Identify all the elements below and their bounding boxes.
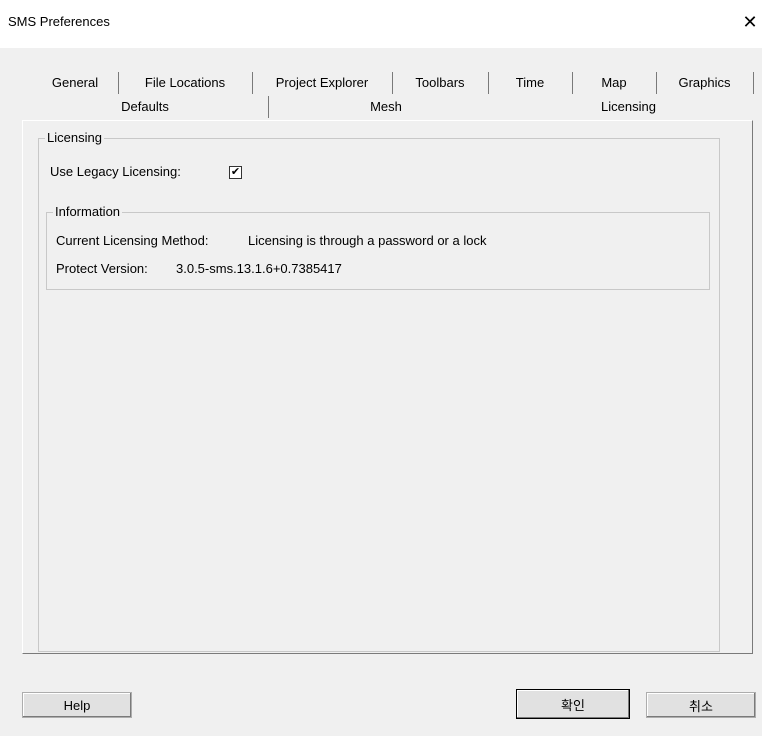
protect-version-value: 3.0.5-sms.13.1.6+0.7385417: [176, 261, 342, 276]
use-legacy-label: Use Legacy Licensing:: [50, 164, 181, 179]
licensing-legend: Licensing: [45, 130, 104, 146]
use-legacy-checkbox[interactable]: ✔: [229, 166, 242, 179]
tab-project-explorer[interactable]: Project Explorer: [252, 72, 393, 94]
tab-row-2: Defaults Mesh Licensing: [22, 96, 754, 120]
tab-defaults[interactable]: Defaults: [22, 96, 269, 118]
tab-general[interactable]: General: [32, 72, 119, 94]
tab-toolbars[interactable]: Toolbars: [392, 72, 489, 94]
window-title: SMS Preferences: [8, 14, 110, 29]
tab-graphics[interactable]: Graphics: [656, 72, 754, 94]
close-icon[interactable]: ✕: [738, 10, 762, 34]
protect-version-label: Protect Version:: [56, 261, 148, 276]
licensing-method-label: Current Licensing Method:: [56, 233, 209, 248]
title-bar: SMS Preferences ✕: [0, 0, 762, 48]
help-button[interactable]: Help: [22, 692, 132, 718]
tab-file-locations[interactable]: File Locations: [118, 72, 253, 94]
tab-map[interactable]: Map: [572, 72, 657, 94]
tab-licensing[interactable]: Licensing: [504, 96, 753, 118]
cancel-button[interactable]: 취소: [646, 692, 756, 718]
information-groupbox: Information: [46, 204, 710, 290]
tab-mesh[interactable]: Mesh: [268, 96, 504, 118]
ok-button[interactable]: 확인: [516, 689, 630, 719]
information-legend: Information: [53, 204, 123, 220]
tab-time[interactable]: Time: [488, 72, 573, 94]
licensing-method-value: Licensing is through a password or a loc…: [248, 233, 487, 248]
tab-row-1: General File Locations Project Explorer …: [22, 72, 754, 96]
